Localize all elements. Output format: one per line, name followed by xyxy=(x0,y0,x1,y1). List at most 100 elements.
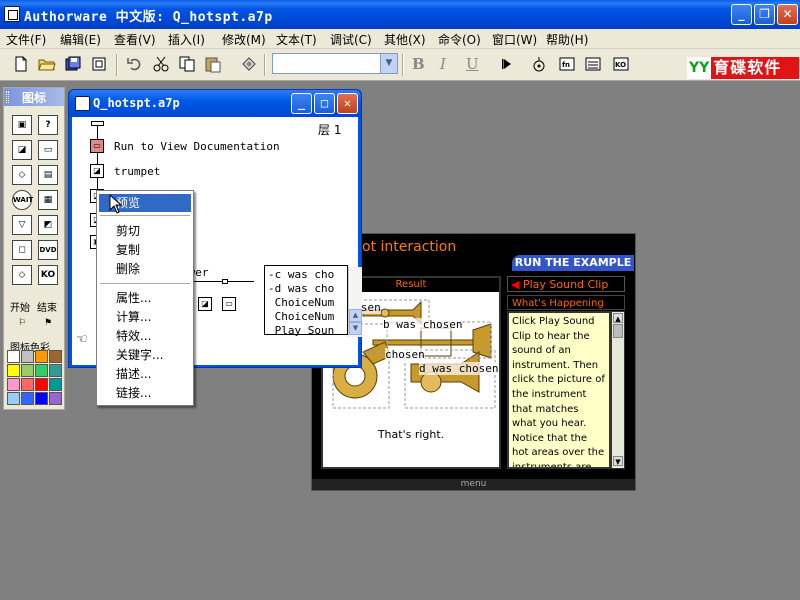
color-swatch[interactable] xyxy=(49,378,62,391)
menu-item-calculation[interactable]: 计算... xyxy=(99,308,191,326)
menu-window[interactable]: 窗口(W) xyxy=(492,31,537,48)
color-swatch[interactable] xyxy=(35,364,48,377)
restore-button[interactable]: ❐ xyxy=(754,4,775,25)
toolbar-separator xyxy=(116,54,118,76)
hotspot-response-icon[interactable]: ◪ xyxy=(198,297,212,311)
menu-file[interactable]: 文件(F) xyxy=(6,31,46,48)
open-folder-icon[interactable] xyxy=(38,55,56,73)
color-swatch[interactable] xyxy=(21,364,34,377)
color-swatch[interactable] xyxy=(49,364,62,377)
menu-debug[interactable]: 调试(C) xyxy=(330,31,372,48)
framework-icon[interactable]: ▤ xyxy=(38,165,58,185)
bold-button[interactable]: B xyxy=(412,55,425,73)
minimize-button[interactable]: _ xyxy=(731,4,752,25)
start-flag-icon[interactable]: ⚐ xyxy=(12,314,32,334)
menu-edit[interactable]: 编辑(E) xyxy=(60,31,101,48)
menu-item-description[interactable]: 描述... xyxy=(99,365,191,383)
palette-header[interactable]: 图标 xyxy=(4,88,64,106)
new-file-icon[interactable] xyxy=(12,55,30,73)
find-icon[interactable] xyxy=(240,55,258,73)
map-icon[interactable]: ◇ xyxy=(12,265,32,285)
play-sound-button[interactable]: ◀ Play Sound Clip xyxy=(507,276,625,292)
underline-button[interactable]: U xyxy=(466,55,479,73)
navigate-icon[interactable]: ◇ xyxy=(12,165,32,185)
color-swatch[interactable] xyxy=(35,392,48,405)
calculation-icon[interactable]: ◻ xyxy=(12,240,32,260)
menu-text[interactable]: 文本(T) xyxy=(276,31,317,48)
hand-pointer-icon[interactable]: ☜ xyxy=(76,332,88,347)
app-title-bar[interactable]: Authorware 中文版: Q_hotspt.a7p _ ❐ ✕ xyxy=(0,0,800,29)
erase-icon[interactable]: ◪ xyxy=(12,140,32,160)
sound-icon[interactable]: ◪ xyxy=(90,164,104,178)
end-flag-icon[interactable]: ⚑ xyxy=(38,314,58,334)
menu-insert[interactable]: 插入(I) xyxy=(168,31,205,48)
description-scrollbar[interactable]: ▲ ▼ xyxy=(611,311,625,469)
menu-item-copy[interactable]: 复制 xyxy=(99,241,191,259)
hotspot-response-icon[interactable]: ▭ xyxy=(222,297,236,311)
decision-icon[interactable]: ▽ xyxy=(12,215,32,235)
color-swatch[interactable] xyxy=(49,350,62,363)
color-swatch[interactable] xyxy=(35,378,48,391)
color-swatch[interactable] xyxy=(21,392,34,405)
menu-item-properties[interactable]: 属性... xyxy=(99,289,191,307)
design-window-title-bar[interactable]: Q_hotspt.a7p _ □ ✕ xyxy=(69,90,361,117)
grip-icon[interactable] xyxy=(6,91,9,103)
variables-icon[interactable] xyxy=(584,55,602,73)
design-close-button[interactable]: ✕ xyxy=(337,93,358,114)
scroll-up-icon[interactable]: ▲ xyxy=(349,309,362,322)
paste-icon[interactable] xyxy=(204,55,222,73)
presentation-menu-button[interactable]: menu xyxy=(312,479,635,490)
scroll-up-icon[interactable]: ▲ xyxy=(613,313,623,323)
menu-item-links[interactable]: 链接... xyxy=(99,384,191,402)
presentation-title: ot interaction xyxy=(362,239,457,255)
color-swatch[interactable] xyxy=(7,378,20,391)
run-example-button[interactable]: RUN THE EXAMPLE xyxy=(512,255,634,271)
menu-modify[interactable]: 修改(M) xyxy=(222,31,266,48)
motion-icon[interactable]: ? xyxy=(38,115,58,135)
menu-commands[interactable]: 命令(O) xyxy=(438,31,481,48)
feedback-scrollbar[interactable]: ▲ ▼ xyxy=(348,267,362,337)
scroll-down-icon[interactable]: ▼ xyxy=(613,456,623,466)
color-swatch[interactable] xyxy=(21,378,34,391)
scroll-down-icon[interactable]: ▼ xyxy=(349,322,362,335)
color-swatch[interactable] xyxy=(7,392,20,405)
flow-item-label[interactable]: trumpet xyxy=(114,165,160,178)
menu-item-cut[interactable]: 剪切 xyxy=(99,222,191,240)
functions-icon[interactable]: fn xyxy=(558,55,576,73)
menu-xtras[interactable]: 其他(X) xyxy=(384,31,426,48)
dvd-icon[interactable]: DVD xyxy=(38,240,58,260)
color-swatch[interactable] xyxy=(7,364,20,377)
color-swatch[interactable] xyxy=(7,350,20,363)
design-maximize-button[interactable]: □ xyxy=(314,93,335,114)
color-swatch[interactable] xyxy=(49,392,62,405)
flow-item-label[interactable]: Run to View Documentation xyxy=(114,140,280,153)
control-panel-icon[interactable] xyxy=(530,55,548,73)
display-icon[interactable]: ▣ xyxy=(12,115,32,135)
ko-icon[interactable]: KO xyxy=(38,265,58,285)
wait-action-icon[interactable]: WAIT xyxy=(12,190,33,210)
navigate-icon[interactable]: ▭ xyxy=(90,139,104,153)
menu-item-delete[interactable]: 删除 xyxy=(99,260,191,278)
color-swatch[interactable] xyxy=(35,350,48,363)
scroll-thumb[interactable] xyxy=(613,324,623,338)
save-all-icon[interactable] xyxy=(64,55,82,73)
cut-icon[interactable] xyxy=(152,55,170,73)
undo-icon[interactable] xyxy=(126,55,144,73)
menu-help[interactable]: 帮助(H) xyxy=(546,31,588,48)
wait-icon[interactable]: ▭ xyxy=(38,140,58,160)
color-swatch[interactable] xyxy=(21,350,34,363)
digital-movie-icon[interactable]: ▦ xyxy=(38,190,58,210)
import-icon[interactable] xyxy=(90,55,108,73)
close-button[interactable]: ✕ xyxy=(777,4,798,25)
chevron-down-icon[interactable]: ▼ xyxy=(380,54,397,73)
knowledge-objects-icon[interactable]: KO xyxy=(612,55,630,73)
design-minimize-button[interactable]: _ xyxy=(291,93,312,114)
menu-item-keywords[interactable]: 关键字... xyxy=(99,346,191,364)
copy-icon[interactable] xyxy=(178,55,196,73)
restart-icon[interactable] xyxy=(498,55,516,73)
italic-button[interactable]: I xyxy=(440,55,446,73)
interaction-icon[interactable]: ◩ xyxy=(38,215,58,235)
menu-view[interactable]: 查看(V) xyxy=(114,31,156,48)
menu-item-effects[interactable]: 特效... xyxy=(99,327,191,345)
font-select[interactable]: ▼ xyxy=(272,53,398,74)
